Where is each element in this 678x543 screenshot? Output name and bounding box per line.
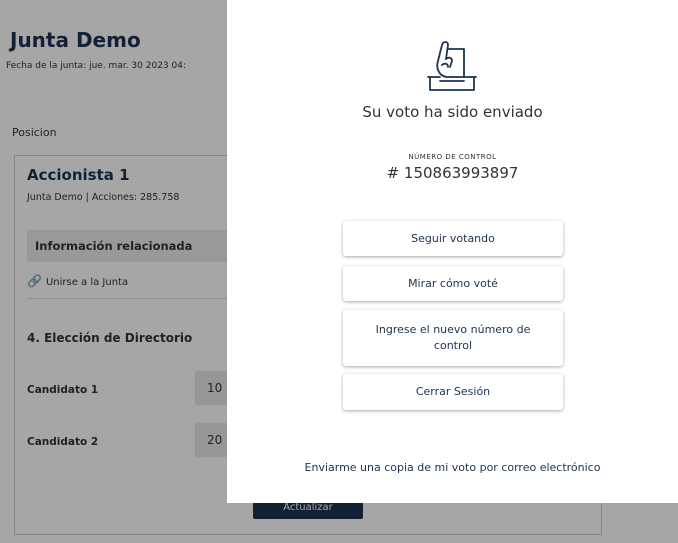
logout-button[interactable]: Cerrar Sesión xyxy=(343,374,563,410)
continue-voting-button[interactable]: Seguir votando xyxy=(343,221,563,256)
vote-submitted-modal: Su voto ha sido enviado NÚMERO DE CONTRO… xyxy=(227,0,678,503)
new-control-number-button[interactable]: Ingrese el nuevo número de control xyxy=(343,310,563,366)
control-number-value: # 150863993897 xyxy=(386,164,519,182)
email-copy-link[interactable]: Enviarme una copia de mi voto por correo… xyxy=(227,461,678,474)
control-number-label: NÚMERO DE CONTROL xyxy=(408,153,497,161)
modal-title: Su voto ha sido enviado xyxy=(362,103,543,121)
ballot-box-icon xyxy=(427,41,477,91)
view-my-vote-button[interactable]: Mirar cómo voté xyxy=(343,266,563,301)
